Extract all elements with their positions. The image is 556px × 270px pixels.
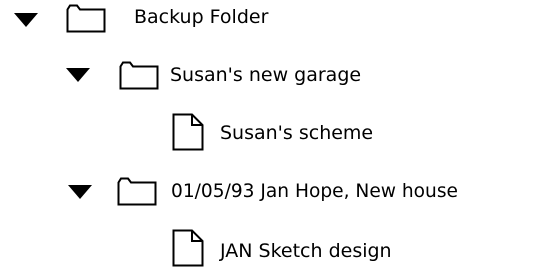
tree-row-backup-folder[interactable]: Backup Folder xyxy=(0,0,310,36)
tree-item-label: 01/05/93 Jan Hope, New house xyxy=(171,181,458,202)
tree-row-susans-new-garage[interactable]: Susan's new garage xyxy=(0,57,400,93)
document-icon xyxy=(172,229,204,267)
document-icon xyxy=(172,113,204,151)
triangle-down-icon[interactable] xyxy=(68,185,92,199)
tree-item-label: Susan's new garage xyxy=(170,64,362,86)
tree-item-label: JAN Sketch design xyxy=(220,240,392,262)
triangle-down-icon[interactable] xyxy=(14,13,38,27)
tree-row-susans-scheme[interactable]: Susan's scheme xyxy=(0,113,420,151)
tree-item-label: Backup Folder xyxy=(134,6,269,28)
folder-icon xyxy=(117,177,157,206)
folder-icon xyxy=(66,4,106,33)
tree-row-jan-hope-new-house[interactable]: 01/05/93 Jan Hope, New house xyxy=(0,174,556,210)
tree-row-jan-sketch-design[interactable]: JAN Sketch design xyxy=(0,229,450,267)
tree-item-label: Susan's scheme xyxy=(220,122,374,144)
folder-icon xyxy=(119,61,159,90)
triangle-down-icon[interactable] xyxy=(66,68,90,82)
